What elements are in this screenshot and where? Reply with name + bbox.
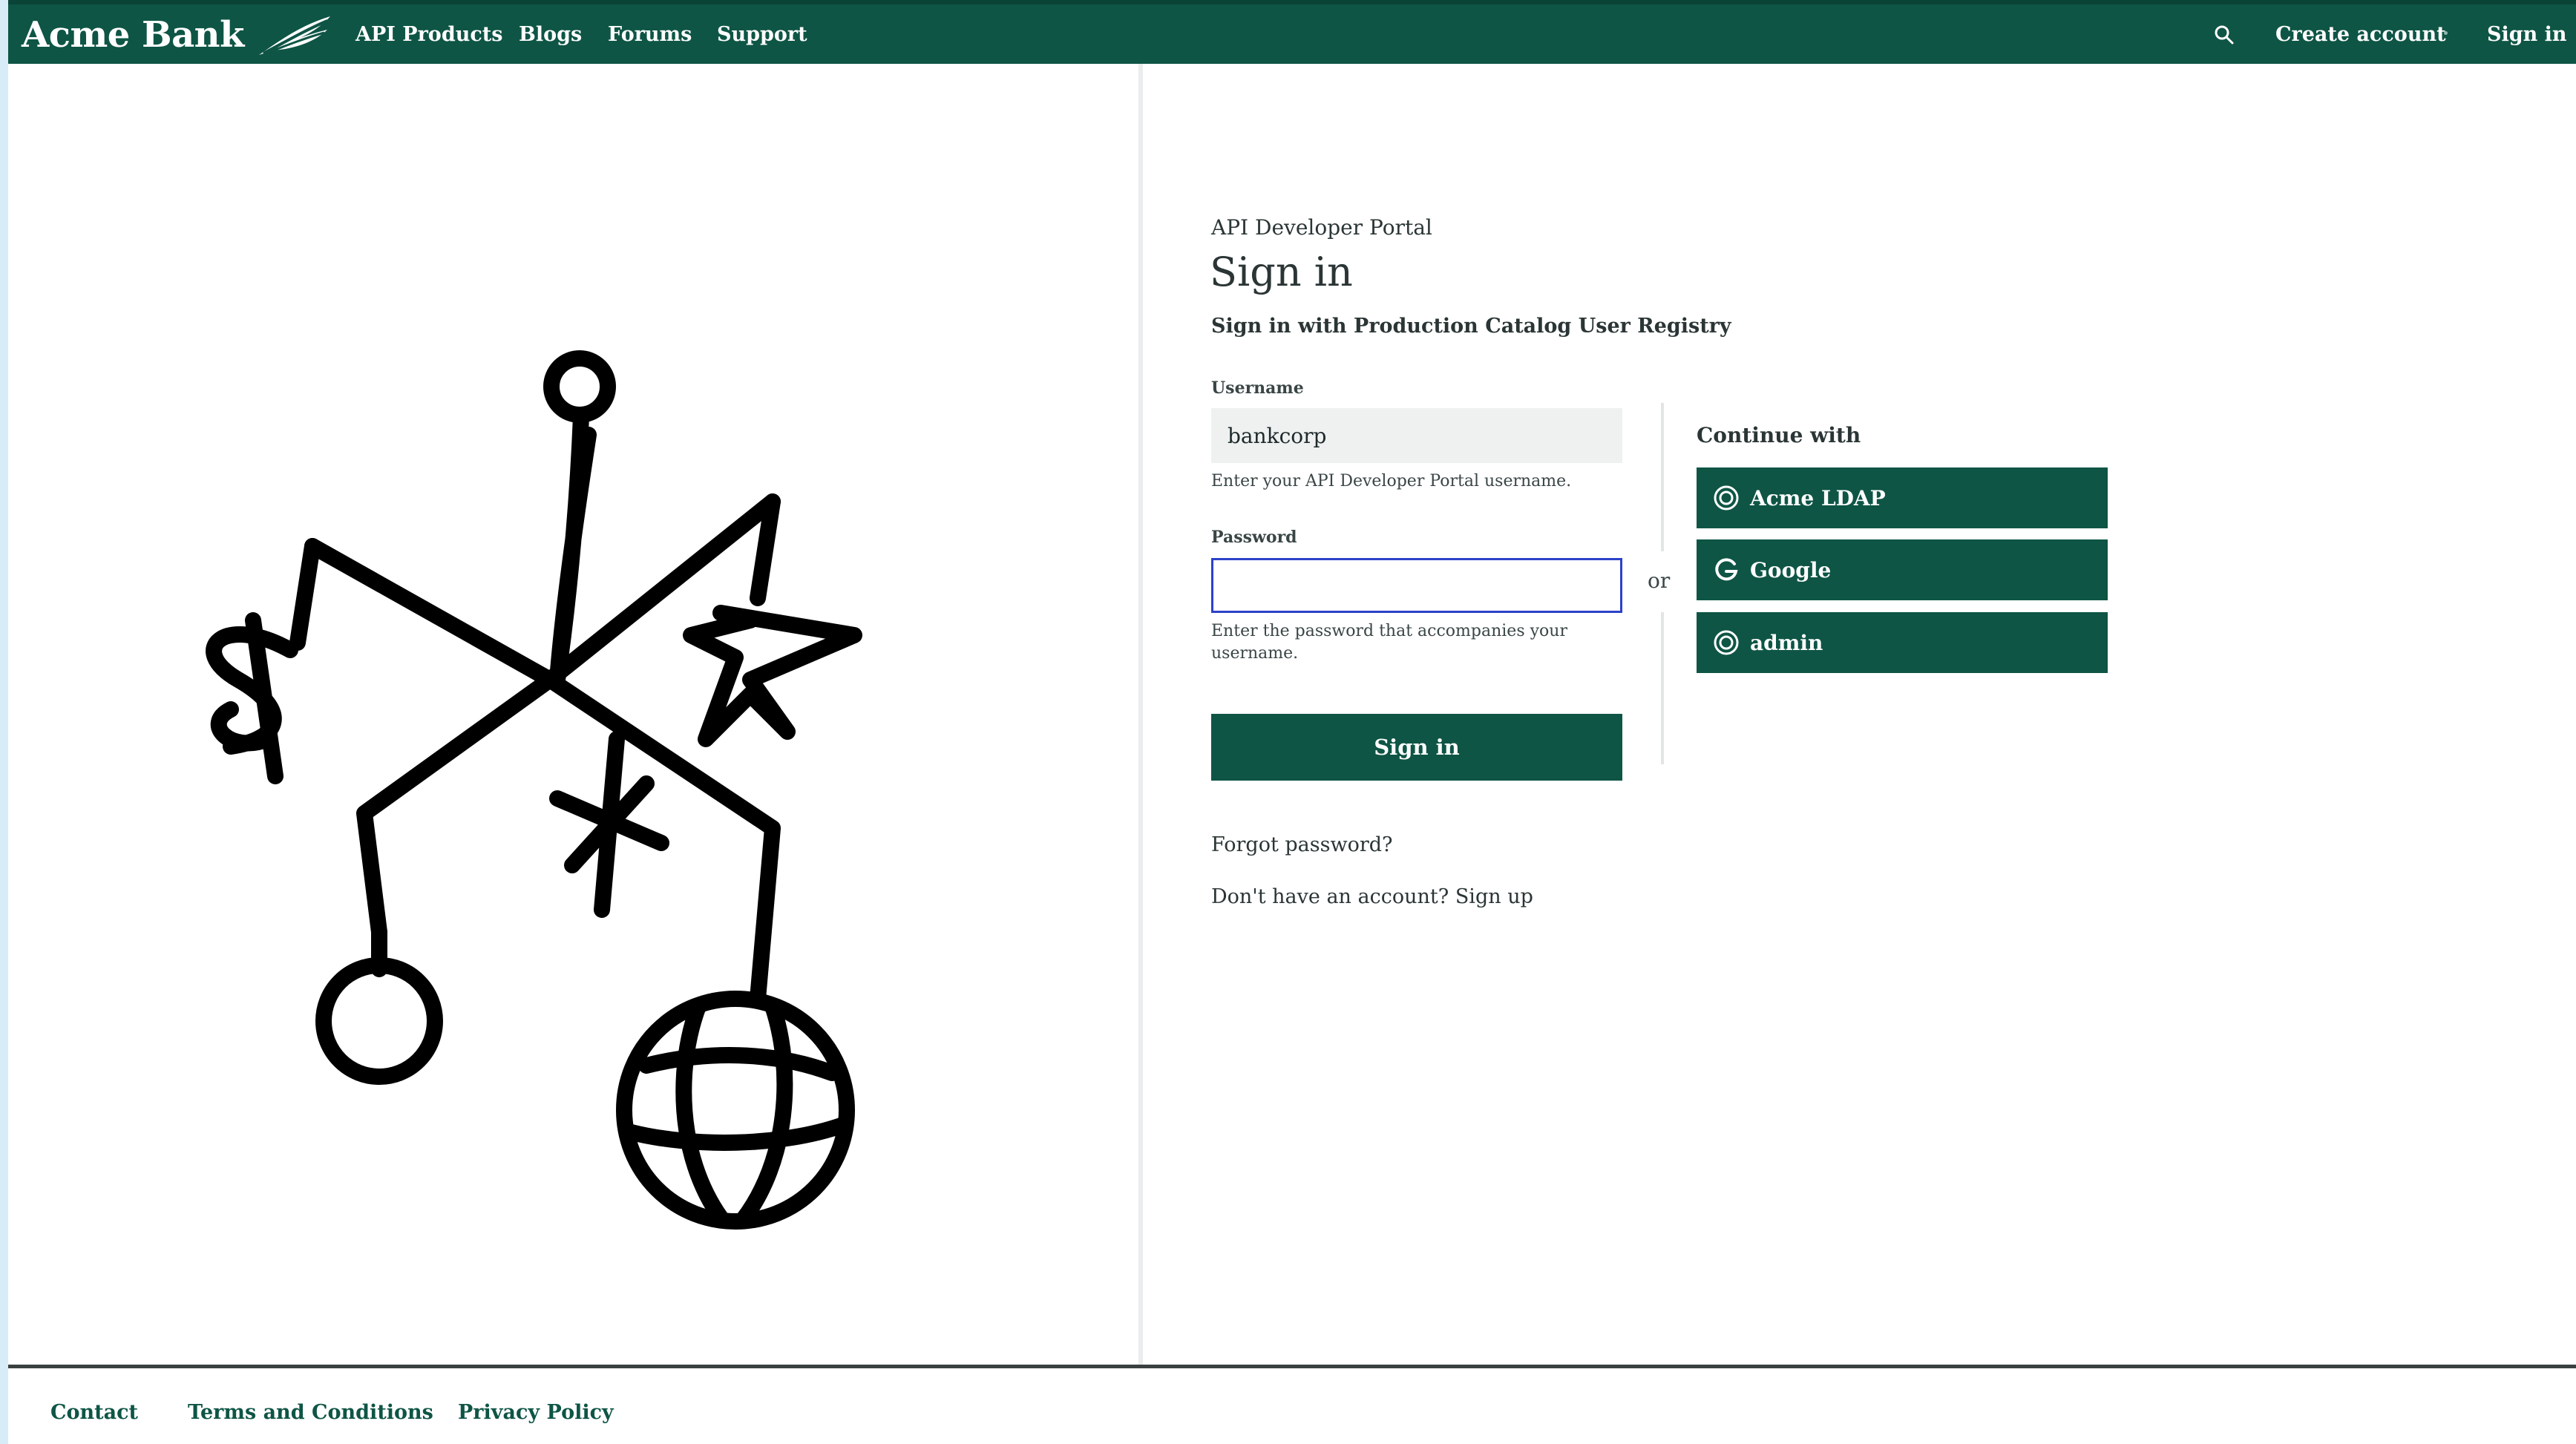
hanging-mobile-illustration <box>206 350 862 1230</box>
provider-label: Google <box>1750 557 1832 582</box>
illustration-panel <box>8 64 1138 1368</box>
forgot-password-link[interactable]: Forgot password? <box>1211 833 1393 856</box>
sign-in-button[interactable]: Sign in <box>1211 714 1622 781</box>
provider-label: admin <box>1750 630 1823 655</box>
google-button[interactable]: Google <box>1697 539 2108 600</box>
footer-contact-link[interactable]: Contact <box>50 1401 138 1424</box>
create-account-link[interactable]: Create account <box>2275 4 2446 64</box>
password-label: Password <box>1211 528 1297 547</box>
password-input[interactable] <box>1211 558 1622 613</box>
nav-blogs[interactable]: Blogs <box>519 4 582 64</box>
no-account-text: Don't have an account? <box>1211 885 1449 908</box>
sign-up-link[interactable]: Sign up <box>1455 885 1533 908</box>
continue-with-heading: Continue with <box>1697 423 1861 447</box>
footer-terms-link[interactable]: Terms and Conditions <box>188 1401 433 1424</box>
nav-separator <box>2444 31 2448 35</box>
username-label: Username <box>1211 378 1304 398</box>
nav-api-products[interactable]: API Products <box>355 4 502 64</box>
nav-forums[interactable]: Forums <box>608 4 692 64</box>
username-help-text: Enter your API Developer Portal username… <box>1211 472 1572 490</box>
or-label: or <box>1648 568 1671 593</box>
ldap-icon <box>1714 630 1739 655</box>
brand[interactable]: Acme Bank <box>22 9 333 61</box>
nav-support[interactable]: Support <box>717 4 807 64</box>
top-navigation-bar: Acme Bank API Products Blogs Forums Supp… <box>8 0 2576 64</box>
acme-ldap-button[interactable]: Acme LDAP <box>1697 467 2108 528</box>
registry-subtitle: Sign in with Production Catalog User Reg… <box>1211 315 1731 338</box>
or-divider-line <box>1661 403 1664 551</box>
feather-logo-icon <box>258 16 330 55</box>
portal-label: API Developer Portal <box>1211 215 1432 240</box>
ldap-icon <box>1714 485 1739 511</box>
google-icon <box>1715 558 1738 581</box>
page-title: Sign in <box>1210 249 1353 295</box>
search-icon <box>2215 25 2234 45</box>
search-button[interactable] <box>2207 18 2241 52</box>
footer-privacy-link[interactable]: Privacy Policy <box>458 1401 614 1424</box>
username-input[interactable] <box>1211 408 1622 463</box>
or-divider-line <box>1661 612 1664 764</box>
password-help-text: Enter the password that accompanies your… <box>1211 622 1567 663</box>
provider-label: Acme LDAP <box>1750 485 1886 511</box>
header-sign-in-link[interactable]: Sign in <box>2487 4 2567 64</box>
brand-name: Acme Bank <box>22 14 244 56</box>
browser-page: Acme Bank API Products Blogs Forums Supp… <box>8 0 2576 1444</box>
signup-row: Don't have an account? Sign up <box>1211 885 1533 908</box>
panel-divider <box>1138 64 1143 1368</box>
admin-provider-button[interactable]: admin <box>1697 612 2108 673</box>
